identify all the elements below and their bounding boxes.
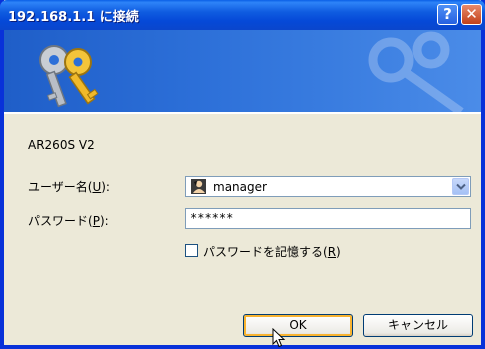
window-title: 192.168.1.1 に接続 [8, 10, 139, 25]
keys-icon [39, 45, 99, 108]
remember-label-suffix: ) [336, 245, 341, 259]
chevron-down-icon [456, 183, 466, 190]
username-label: ユーザー名(U): [28, 178, 110, 195]
dialog-banner [4, 30, 481, 112]
remember-password-label[interactable]: パスワードを記憶する(R) [203, 243, 341, 260]
password-label-text: パスワード( [28, 214, 93, 228]
username-value: manager [213, 180, 267, 194]
mouse-pointer-icon [272, 328, 286, 348]
password-accel: P [92, 214, 100, 228]
help-button[interactable]: ? [437, 4, 458, 25]
password-field[interactable]: ****** [185, 208, 471, 229]
help-icon: ? [443, 5, 452, 23]
banner-keys-watermark [368, 31, 464, 112]
server-name: AR260S V2 [28, 138, 95, 152]
password-label: パスワード(P): [28, 212, 109, 229]
user-icon [191, 179, 206, 194]
remember-accel: R [327, 245, 337, 259]
close-button[interactable]: ✕ [461, 4, 482, 25]
username-accel: U [92, 180, 102, 194]
cancel-button[interactable]: キャンセル [363, 314, 473, 337]
remember-password-checkbox[interactable] [185, 244, 198, 257]
username-label-suffix: ): [101, 180, 110, 194]
banner-separator [4, 112, 481, 114]
password-label-suffix: ): [99, 214, 109, 228]
remember-label-text: パスワードを記憶する( [203, 245, 328, 259]
combobox-dropdown-button[interactable] [452, 178, 469, 195]
username-combobox[interactable]: manager [185, 176, 471, 197]
ok-button[interactable]: OK [243, 314, 353, 337]
close-icon: ✕ [465, 5, 478, 23]
title-bar[interactable]: 192.168.1.1 に接続 ? ✕ [0, 0, 485, 30]
username-label-text: ユーザー名( [28, 180, 93, 194]
